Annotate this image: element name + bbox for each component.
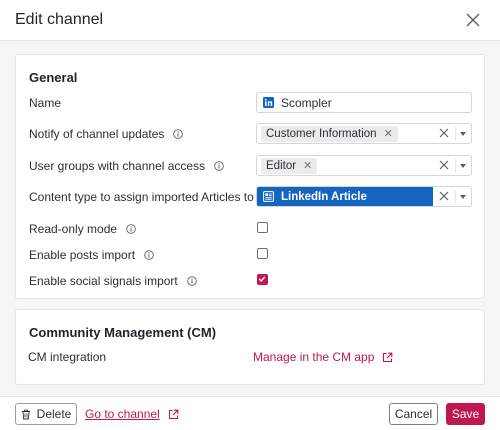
- social-signals-label: Enable social signals import: [29, 274, 197, 288]
- chevron-down-icon[interactable]: [460, 132, 466, 136]
- remove-tag-icon[interactable]: ✕: [384, 127, 393, 140]
- notify-select[interactable]: Customer Information ✕: [256, 123, 472, 144]
- info-icon: [126, 224, 136, 234]
- read-only-checkbox[interactable]: [257, 222, 268, 233]
- content-type-label: Content type to assign imported Articles…: [29, 190, 273, 204]
- user-groups-label: User groups with channel access: [29, 159, 224, 173]
- cm-section-title: Community Management (CM): [29, 325, 217, 340]
- trash-icon: [21, 409, 30, 419]
- clear-icon[interactable]: [439, 128, 449, 138]
- clear-icon[interactable]: [439, 191, 449, 201]
- delete-button[interactable]: Delete: [15, 403, 77, 425]
- content-type-select[interactable]: LinkedIn Article: [256, 186, 472, 207]
- dialog-header: Edit channel: [0, 0, 500, 41]
- checkmark-icon: [258, 276, 266, 283]
- tag-chip: Customer Information ✕: [261, 125, 398, 142]
- select-separator: [455, 159, 456, 173]
- info-icon: [144, 250, 154, 260]
- external-link-icon: [168, 409, 179, 419]
- info-icon: [173, 129, 184, 139]
- external-link-icon: [383, 352, 393, 362]
- article-icon: [263, 191, 274, 202]
- dialog-footer: Delete Go to channel Cancel Save: [0, 396, 500, 430]
- dialog-body: General Name Scompler Notify of channel …: [0, 41, 500, 396]
- name-field[interactable]: Scompler: [256, 92, 472, 113]
- select-separator: [455, 127, 456, 141]
- name-label: Name: [29, 96, 62, 110]
- info-icon: [186, 276, 197, 286]
- posts-import-label: Enable posts import: [29, 248, 154, 262]
- select-separator: [455, 190, 456, 204]
- read-only-label: Read-only mode: [29, 222, 136, 236]
- clear-icon[interactable]: [439, 160, 449, 170]
- go-to-channel-link[interactable]: Go to channel: [85, 407, 179, 421]
- user-groups-select[interactable]: Editor ✕: [256, 155, 472, 176]
- general-section: General Name Scompler Notify of channel …: [15, 54, 485, 299]
- linkedin-icon: [263, 97, 274, 108]
- selected-option: LinkedIn Article: [257, 187, 433, 206]
- chevron-down-icon[interactable]: [460, 164, 466, 168]
- close-icon[interactable]: [466, 13, 480, 27]
- cm-section: Community Management (CM): [15, 309, 485, 385]
- general-section-title: General: [29, 70, 78, 85]
- info-icon: [214, 161, 224, 171]
- posts-import-checkbox[interactable]: [257, 248, 268, 259]
- manage-cm-link[interactable]: Manage in the CM app: [253, 350, 393, 364]
- chevron-down-icon[interactable]: [460, 195, 466, 199]
- name-value: Scompler: [281, 95, 332, 110]
- notify-label: Notify of channel updates: [29, 127, 184, 141]
- remove-tag-icon[interactable]: ✕: [303, 159, 312, 172]
- tag-chip: Editor ✕: [261, 157, 318, 174]
- dialog-title: Edit channel: [15, 11, 104, 28]
- save-button[interactable]: Save: [446, 403, 485, 425]
- cancel-button[interactable]: Cancel: [389, 403, 438, 425]
- cm-integration-label: CM integration: [28, 350, 107, 364]
- social-signals-checkbox[interactable]: [257, 274, 268, 285]
